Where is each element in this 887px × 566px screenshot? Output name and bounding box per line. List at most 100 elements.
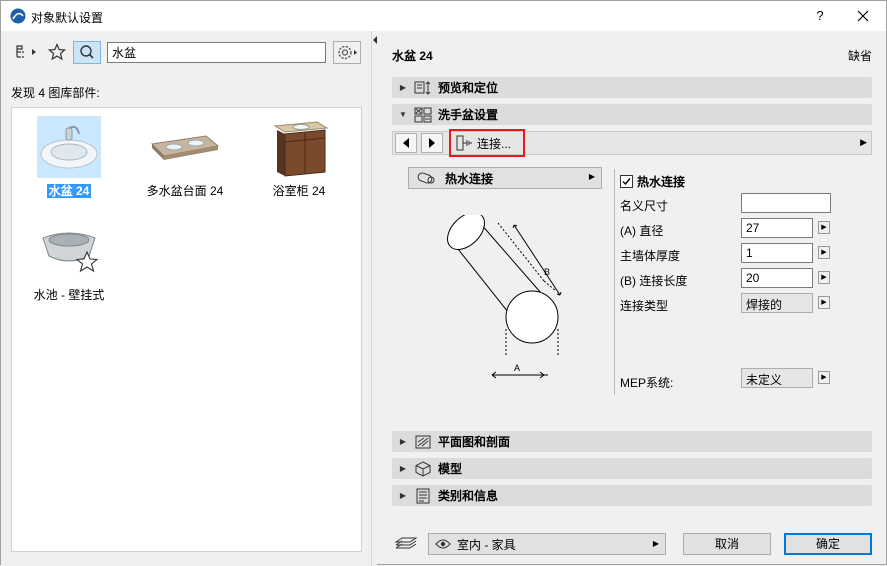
sink-thumbnail — [37, 116, 101, 178]
parameter-content: 热水连接 ▶ B A 热水连接 名义尺寸 (A) 直径 27 ▶ 主墙体厚度 1… — [392, 161, 872, 431]
section-plan-section[interactable]: ▶ 平面图和剖面 — [392, 431, 872, 452]
counter-image — [150, 135, 220, 160]
panel-splitter[interactable] — [371, 31, 377, 566]
dialog-window: 对象默认设置 ? 水盆 发现 4 图库部件: 水盆 24 多水盆台面 24 浴室… — [0, 0, 887, 566]
section-preview[interactable]: ▶ 预览和定位 — [392, 77, 872, 98]
vertical-divider — [614, 169, 615, 395]
connection-label: 连接... — [477, 136, 512, 151]
help-button[interactable]: ? — [806, 6, 834, 26]
object-name: 水盆 24 — [392, 49, 433, 63]
nominal-size-input[interactable] — [741, 193, 831, 213]
connection-length-input[interactable]: 20 — [741, 268, 813, 288]
library-menu-button[interactable] — [13, 41, 41, 63]
library-item-multi-sink-counter[interactable]: 多水盆台面 24 — [130, 116, 240, 199]
library-item-label: 水池 - 壁挂式 — [33, 288, 105, 302]
ok-button[interactable]: 确定 — [784, 533, 872, 555]
section-label: 模型 — [438, 462, 463, 476]
library-item-label: 多水盆台面 24 — [146, 184, 224, 198]
eye-icon — [435, 539, 451, 549]
dimension-label-b: B — [544, 267, 551, 277]
section-label: 预览和定位 — [438, 81, 499, 95]
section-model[interactable]: ▶ 模型 — [392, 458, 872, 479]
mep-system-arrow-button[interactable]: ▶ — [818, 371, 830, 384]
wall-basin-thumbnail — [37, 220, 101, 282]
title-bar: 对象默认设置 ? — [1, 1, 886, 31]
gear-icon — [338, 45, 357, 60]
library-item-sink-24[interactable]: 水盆 24 — [14, 116, 124, 199]
diameter-input[interactable]: 27 — [741, 218, 813, 238]
cancel-button[interactable]: 取消 — [683, 533, 771, 555]
hot-water-checkbox-label: 热水连接 — [637, 175, 686, 189]
cabinet-image — [273, 121, 329, 177]
expand-arrow-icon: ▶ — [399, 83, 407, 92]
dropdown-arrow-icon: ▶ — [652, 539, 659, 548]
connection-length-label: (B) 连接长度 — [620, 274, 688, 288]
mep-system-value[interactable]: 未定义 — [741, 368, 813, 388]
layer-select[interactable]: 室内 - 家具 ▶ — [428, 533, 666, 555]
connection-length-arrow-button[interactable]: ▶ — [818, 271, 830, 284]
close-icon — [857, 10, 869, 22]
section-label: 类别和信息 — [438, 489, 499, 503]
window-title: 对象默认设置 — [31, 11, 104, 25]
connection-type-value[interactable]: 焊接的 — [741, 293, 813, 313]
hot-water-checkbox-row[interactable]: 热水连接 — [620, 173, 685, 190]
connection-icon — [456, 135, 472, 151]
diameter-arrow-button[interactable]: ▶ — [818, 221, 830, 234]
next-page-button[interactable] — [421, 133, 443, 153]
preview-position-icon — [414, 80, 431, 95]
triangle-right-icon — [429, 138, 435, 148]
library-item-wall-basin[interactable]: 水池 - 壁挂式 — [14, 220, 124, 303]
section-sink-settings[interactable]: ▼ 洗手盆设置 — [392, 104, 872, 125]
wall-thickness-label: 主墙体厚度 — [620, 249, 681, 263]
settings-panel: 水盆 24 缺省 ▶ 预览和定位 ▼ 洗手盆设置 连接... ▶ 热水连接 ▶ … — [378, 31, 886, 566]
prev-page-button[interactable] — [395, 133, 417, 153]
hot-water-checkbox[interactable] — [620, 175, 633, 188]
search-options-button[interactable] — [333, 41, 361, 64]
sink-image — [40, 125, 98, 169]
favorites-button[interactable] — [45, 41, 69, 63]
library-item-bathroom-cabinet[interactable]: 浴室柜 24 — [244, 116, 354, 199]
page-menu-arrow-icon[interactable]: ▶ — [860, 137, 867, 148]
search-input[interactable] — [107, 42, 326, 63]
dimension-label-a: A — [514, 363, 521, 373]
triangle-left-icon — [403, 138, 409, 148]
library-item-label: 浴室柜 24 — [272, 184, 326, 198]
checkmark-icon — [622, 178, 631, 186]
parameter-page-navbar: 连接... ▶ — [392, 129, 872, 157]
archicad-app-icon — [10, 8, 26, 24]
pipe-icon — [417, 172, 435, 184]
search-toggle-button[interactable] — [73, 41, 101, 64]
section-label: 洗手盆设置 — [438, 108, 499, 122]
library-panel: 发现 4 图库部件: 水盆 24 — [1, 31, 371, 566]
section-label: 平面图和剖面 — [438, 435, 511, 449]
pipe-dimension-diagram — [447, 215, 562, 355]
expand-arrow-icon: ▶ — [399, 437, 407, 446]
nominal-size-label: 名义尺寸 — [620, 199, 669, 213]
library-items-area: 水盆 24 多水盆台面 24 浴室柜 24 水池 - 壁挂式 — [11, 107, 362, 552]
mep-system-label: MEP系统: — [620, 376, 674, 390]
library-tree-icon — [16, 45, 36, 58]
library-item-label: 水盆 24 — [46, 184, 92, 198]
wall-basin-image — [42, 232, 99, 273]
cabinet-thumbnail — [267, 116, 331, 178]
default-label: 缺省 — [847, 49, 872, 63]
wall-thickness-input[interactable]: 1 — [741, 243, 813, 263]
collapse-arrow-icon: ▼ — [399, 110, 407, 119]
counter-thumbnail — [150, 116, 220, 178]
hot-water-connection-button[interactable]: 热水连接 ▶ — [408, 167, 602, 189]
connection-page-tab[interactable]: 连接... — [449, 129, 525, 157]
connection-type-label: 连接类型 — [620, 299, 669, 313]
wall-thickness-arrow-button[interactable]: ▶ — [818, 246, 830, 259]
found-count-label: 发现 4 图库部件: — [11, 86, 100, 100]
diameter-label: (A) 直径 — [620, 224, 664, 238]
parameters-icon — [414, 107, 432, 122]
search-icon — [80, 45, 94, 59]
info-list-icon — [416, 488, 430, 503]
floor-plan-icon — [415, 435, 431, 448]
connection-type-arrow-button[interactable]: ▶ — [818, 296, 830, 309]
star-icon — [48, 43, 66, 61]
section-category-info[interactable]: ▶ 类别和信息 — [392, 485, 872, 506]
model-cube-icon — [415, 460, 431, 477]
expand-arrow-icon: ▶ — [399, 491, 407, 500]
close-button[interactable] — [849, 5, 877, 27]
